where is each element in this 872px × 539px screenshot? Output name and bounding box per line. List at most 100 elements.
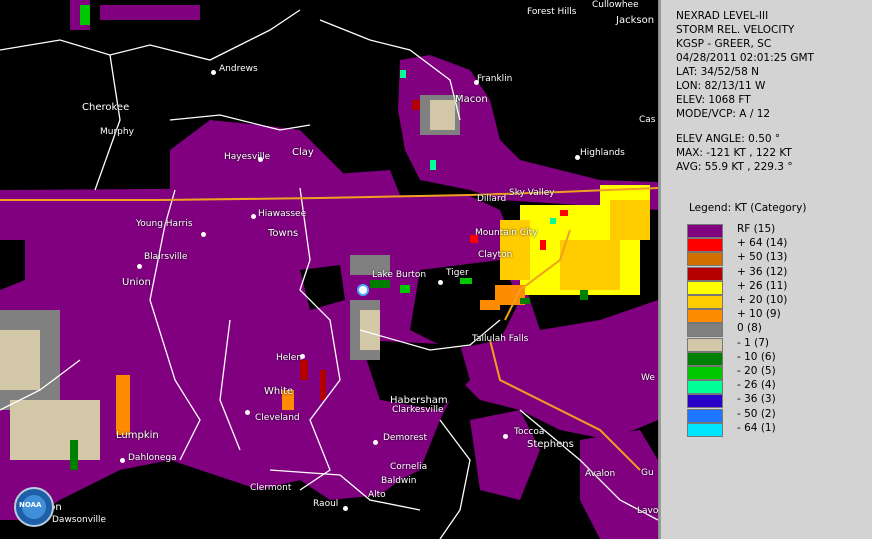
town-dot (245, 410, 250, 415)
town-dot (300, 354, 305, 359)
town-label: Hiawassee (258, 209, 307, 219)
town-dot (503, 434, 508, 439)
town-label: Franklin (477, 74, 513, 84)
noaa-logo: NOAA (14, 487, 54, 527)
town-label: Raoul (313, 499, 339, 509)
town-label: Blairsville (144, 252, 188, 262)
station-name: KGSP - GREER, SC (676, 38, 772, 50)
legend-label: - 26 (4) (737, 379, 776, 392)
town-label: Dawsonville (52, 515, 107, 525)
legend-label: RF (15) (737, 223, 776, 235)
legend-swatch (687, 366, 723, 380)
town-dot (258, 157, 263, 162)
avg-velocity: AVG: 55.9 KT , 229.3 ° (676, 161, 793, 173)
town-label: Hayesville (224, 152, 271, 162)
town-label: Clarkesville (392, 405, 444, 415)
town-dot (251, 214, 256, 219)
legend-swatch (687, 408, 723, 423)
legend-swatch (687, 295, 723, 309)
town-label: Mountain City (475, 228, 538, 238)
town-label: Lavo (637, 506, 659, 516)
town-label: Gu (641, 468, 654, 478)
town-label: Helen (276, 353, 303, 363)
town-dot (343, 506, 348, 511)
legend-swatch (687, 394, 723, 409)
town-label: Cleveland (255, 413, 300, 423)
legend-label: + 10 (9) (737, 308, 781, 321)
town-label: Demorest (383, 433, 427, 443)
town-dot (373, 440, 378, 445)
legend-swatch (687, 323, 723, 338)
legend-label: + 20 (10) (737, 294, 788, 306)
elevation: ELEV: 1068 FT (676, 94, 751, 106)
legend-swatch (687, 238, 723, 253)
legend-swatch (687, 337, 723, 352)
county-label: Clay (292, 147, 314, 158)
town-label: Sky Valley (509, 188, 555, 198)
town-label: Toccoa (514, 427, 545, 437)
town-label: Cornelia (390, 462, 428, 472)
timestamp: 04/28/2011 02:01:25 GMT (676, 52, 814, 64)
product-mode: STORM REL. VELOCITY (676, 24, 795, 36)
town-label: Avalon (585, 469, 616, 479)
radar-returns (0, 0, 658, 539)
legend-swatch (687, 280, 723, 295)
town-label: We (641, 373, 655, 383)
town-dot (137, 264, 142, 269)
legend-swatch (687, 224, 723, 238)
town-label: Young Harris (136, 219, 193, 229)
longitude: LON: 82/13/11 W (676, 80, 766, 92)
town-dot (474, 80, 479, 85)
mode-vcp: MODE/VCP: A / 12 (676, 108, 771, 120)
elev-angle: ELEV ANGLE: 0.50 ° (676, 133, 781, 145)
town-label: Clermont (250, 483, 292, 493)
legend-swatch (687, 422, 723, 437)
town-dot (201, 232, 206, 237)
legend-title: Legend: KT (Category) (689, 202, 807, 214)
legend-label: 0 (8) (737, 322, 762, 335)
latitude: LAT: 34/52/58 N (676, 66, 759, 78)
town-label: Lake Burton (372, 270, 427, 280)
product-title: NEXRAD LEVEL-III (676, 10, 769, 22)
legend-label: + 26 (11) (737, 279, 788, 292)
info-panel: NEXRAD LEVEL-III STORM REL. VELOCITY KGS… (659, 0, 872, 539)
legend-swatch (687, 266, 723, 281)
town-dot (575, 155, 580, 160)
county-label: Lumpkin (116, 430, 159, 441)
town-label: Highlands (580, 148, 625, 158)
legend-label: + 36 (12) (737, 265, 788, 278)
town-dot (211, 70, 216, 75)
legend-label: - 20 (5) (737, 365, 776, 377)
town-label: Tallulah Falls (472, 334, 529, 344)
county-label: Stephens (527, 439, 574, 450)
town-label: Forest Hills (527, 7, 577, 17)
town-label: Dillard (477, 194, 507, 204)
town-label: Murphy (100, 127, 134, 137)
county-label: Cherokee (82, 102, 130, 113)
town-label: Clayton (478, 250, 513, 260)
town-label: Alto (368, 490, 386, 500)
town-label: Baldwin (381, 476, 417, 486)
town-label: Cullowhee (592, 0, 639, 10)
town-label: Andrews (219, 64, 258, 74)
legend-swatch (687, 351, 723, 366)
county-label: Macon (455, 94, 488, 105)
town-label: Tiger (446, 268, 469, 278)
max-velocity: MAX: -121 KT , 122 KT (676, 147, 792, 159)
county-label: Union (122, 277, 151, 288)
legend-label: - 64 (1) (737, 421, 776, 434)
legend-label: + 64 (14) (737, 237, 788, 250)
legend-swatch (687, 252, 723, 267)
town-label: Cas (639, 115, 656, 125)
legend-label: - 36 (3) (737, 393, 776, 406)
legend-label: - 50 (2) (737, 407, 776, 420)
town-label: Jackson (616, 15, 655, 26)
radar-map[interactable]: Forest Hills Cullowhee Jackson Andrews F… (0, 0, 659, 539)
radar-site-marker (357, 284, 369, 296)
town-dot (120, 458, 125, 463)
town-dot (438, 280, 443, 285)
legend-label: - 1 (7) (737, 336, 770, 349)
county-label: White (264, 386, 294, 397)
county-label: Towns (268, 228, 299, 239)
town-label: Dahlonega (128, 453, 177, 463)
